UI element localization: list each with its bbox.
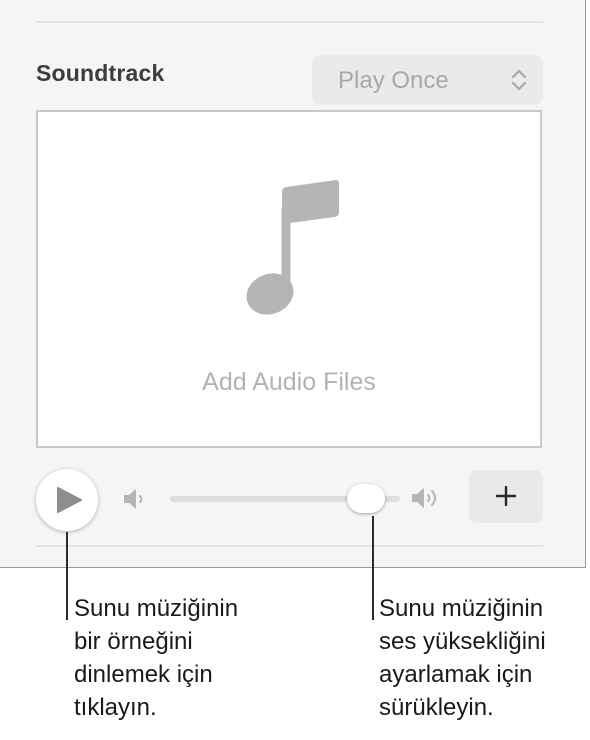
play-callout-line-4: tıklayın. [74, 694, 157, 721]
add-audio-files-label: Add Audio Files [202, 368, 376, 396]
music-note-icon [246, 180, 339, 315]
volume-slider[interactable] [168, 482, 400, 516]
play-callout-line-1: Sunu müziğinin [74, 595, 239, 622]
plus-icon [496, 486, 516, 506]
volume-callout-line [372, 516, 374, 620]
add-audio-button[interactable] [469, 470, 543, 523]
volume-callout-line-2: ses yüksekliğini [379, 628, 546, 655]
play-callout-line [66, 532, 68, 620]
volume-fill [170, 496, 366, 502]
volume-callout: Sunu müziğinin ses yüksekliğini ayarlama… [379, 592, 546, 724]
volume-thumb[interactable] [346, 484, 385, 513]
chevron-up-down-icon [511, 69, 527, 91]
volume-callout-line-1: Sunu müziğinin [379, 595, 544, 622]
divider-bottom [36, 545, 543, 547]
audio-drop-zone[interactable]: Add Audio Files [36, 110, 542, 448]
play-callout: Sunu müziğinin bir örneğini dinlemek içi… [74, 592, 238, 724]
section-title: Soundtrack [36, 60, 165, 86]
play-icon [57, 487, 82, 513]
volume-callout-line-4: sürükleyin. [379, 694, 494, 721]
playback-mode-popup[interactable]: Play Once [312, 55, 543, 105]
play-button[interactable] [36, 469, 98, 531]
speaker-high-icon [412, 488, 436, 508]
divider-top [36, 21, 543, 23]
speaker-low-icon [124, 489, 143, 509]
play-callout-line-3: dinlemek için [74, 661, 213, 688]
soundtrack-panel: Soundtrack Play Once Add Audio Files [0, 0, 586, 568]
playback-mode-value: Play Once [338, 67, 449, 94]
volume-callout-line-3: ayarlamak için [379, 661, 533, 688]
play-callout-line-2: bir örneğini [74, 628, 193, 655]
